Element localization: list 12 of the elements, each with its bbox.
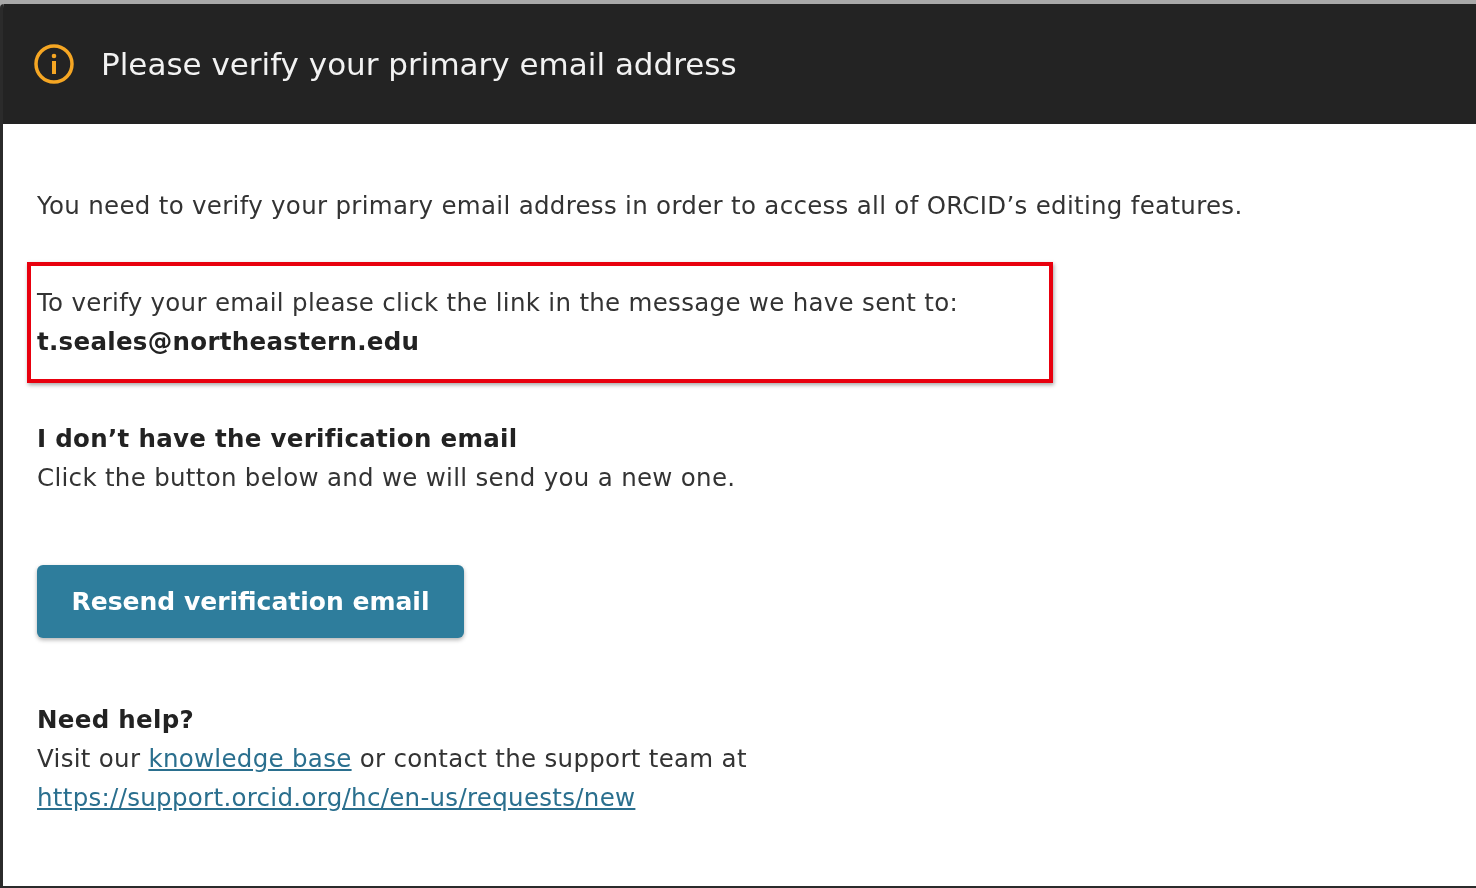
intro-text: You need to verify your primary email address in order to access all of ORCID’s editing features. <box>37 190 1244 222</box>
help-heading: Need help? <box>37 704 195 736</box>
dialog-title: Please verify your primary email address <box>101 46 737 82</box>
instruction-text: To verify your email please click the link in the message we have sent to: <box>37 287 960 319</box>
section-heading: I don’t have the verification email <box>37 423 519 455</box>
support-url-link[interactable]: https://support.orcid.org/hc/en-us/requests/new <box>37 783 636 812</box>
section-text: Click the button below and we will send you a new one. <box>37 462 737 494</box>
resend-button[interactable]: Resend verification email <box>37 565 464 638</box>
help-text: Visit our knowledge base or contact the support team at https://support.orcid.org/hc/en-us/requests/new <box>37 743 748 814</box>
email-address: t.seales@northeastern.edu <box>37 326 421 358</box>
info-icon <box>33 43 75 85</box>
knowledge-base-link[interactable]: knowledge base <box>148 744 352 773</box>
